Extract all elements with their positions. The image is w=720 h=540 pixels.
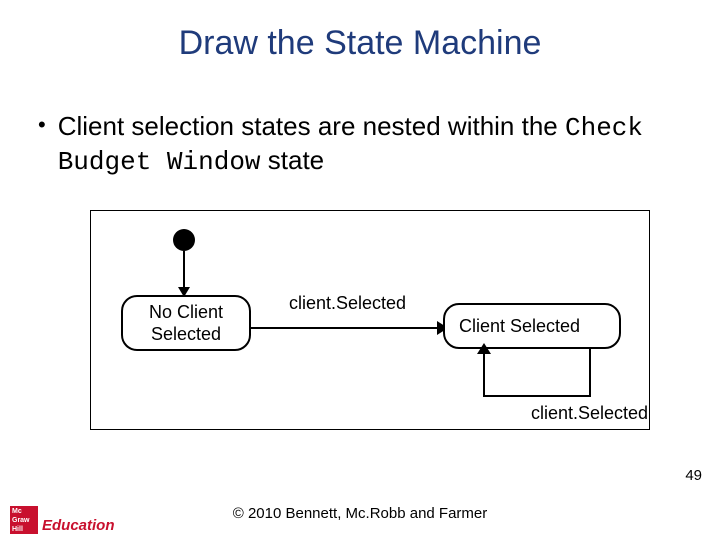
bullet-dot-icon: •	[38, 110, 46, 140]
publisher-logo: Mc Graw Hill Education	[10, 506, 115, 534]
logo-word: Education	[42, 517, 115, 534]
bullet-suffix: state	[261, 145, 325, 175]
self-transition-segment	[589, 349, 591, 397]
bullet-text: Client selection states are nested withi…	[58, 110, 678, 178]
transition-line	[251, 327, 443, 329]
initial-state-icon	[173, 229, 195, 251]
self-transition-segment	[483, 349, 485, 397]
logo-box-icon: Mc Graw Hill	[10, 506, 38, 534]
slide-number: 49	[685, 467, 702, 484]
initial-transition-line	[183, 251, 185, 291]
arrow-up-icon	[477, 343, 491, 354]
state-machine-diagram: No Client Selected client.Selected Clien…	[90, 210, 650, 430]
logo-text: Education	[42, 517, 115, 534]
slide: Draw the State Machine • Client selectio…	[0, 0, 720, 540]
self-transition-label: client.Selected	[531, 403, 648, 424]
state-client-selected: Client Selected	[443, 303, 621, 349]
self-transition-segment	[483, 395, 591, 397]
bullet-item: • Client selection states are nested wit…	[38, 110, 678, 178]
bullet-prefix: Client selection states are nested withi…	[58, 111, 565, 141]
transition-label: client.Selected	[289, 293, 406, 314]
slide-title: Draw the State Machine	[0, 24, 720, 63]
state-no-client-selected: No Client Selected	[121, 295, 251, 351]
